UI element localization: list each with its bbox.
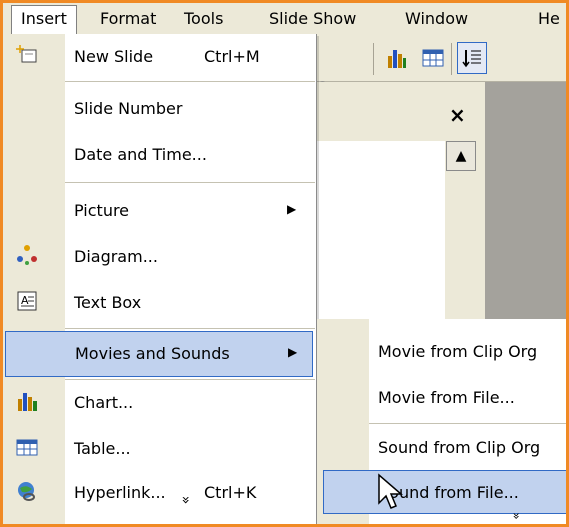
menu-separator [65, 81, 315, 82]
new-slide-icon [16, 44, 38, 66]
menu-separator [65, 182, 315, 183]
menu-window[interactable]: Window [405, 9, 468, 28]
toolbar-separator [373, 43, 374, 75]
menu-item-hyperlink[interactable]: Hyperlink... Ctrl+K [3, 470, 316, 516]
toolbar-separator [451, 43, 452, 75]
menu-item-slide-number[interactable]: Slide Number [3, 86, 316, 132]
menu-item-shortcut: Ctrl+K [204, 483, 257, 502]
scroll-up-icon[interactable]: ▲ [446, 141, 476, 171]
menu-item-movie-from-clip-organizer[interactable]: Movie from Clip Org [317, 329, 566, 373]
menu-item-diagram[interactable]: Diagram... [3, 234, 316, 280]
menu-bar: Insert Format Tools Slide Show Window He [3, 3, 566, 37]
menu-item-table[interactable]: Table... [3, 426, 316, 472]
menu-item-label: Table... [74, 439, 131, 458]
close-icon[interactable]: × [449, 103, 466, 127]
mouse-cursor-icon [378, 473, 404, 509]
menu-item-movie-from-file[interactable]: Movie from File... [317, 375, 566, 419]
menu-item-label: Movie from Clip Org [378, 342, 538, 361]
menu-item-label: Movie from File... [378, 388, 515, 407]
menu-item-label: Chart... [74, 393, 134, 412]
insert-menu: New Slide Ctrl+M Slide Number Date and T… [3, 34, 317, 524]
menu-item-chart[interactable]: Chart... [3, 380, 316, 426]
submenu-arrow-icon: ▶ [288, 345, 298, 359]
menu-format[interactable]: Format [100, 9, 156, 28]
menu-item-label: Hyperlink... [74, 483, 166, 502]
text-box-icon: A [16, 290, 38, 312]
menu-item-label: Picture [74, 201, 130, 220]
menu-insert[interactable]: Insert [11, 5, 77, 34]
menu-item-label: Date and Time... [74, 145, 207, 164]
menu-item-label: New Slide [74, 47, 154, 66]
diagram-icon [16, 244, 38, 266]
menu-item-text-box[interactable]: A Text Box [3, 280, 316, 326]
menu-item-date-and-time[interactable]: Date and Time... [3, 132, 316, 178]
menu-slide-show[interactable]: Slide Show [269, 9, 356, 28]
expand-collapse-icon[interactable] [457, 42, 487, 74]
menu-item-label: Diagram... [74, 247, 158, 266]
standard-toolbar: ↷▾ [311, 37, 566, 96]
menu-item-sound-from-file[interactable]: Sound from File... [323, 470, 566, 514]
insert-chart-icon[interactable] [385, 46, 409, 70]
menu-item-picture[interactable]: Picture ▶ [3, 188, 316, 234]
hyperlink-icon [16, 480, 38, 502]
menu-item-label: Sound from Clip Org [378, 438, 541, 457]
menu-item-movies-and-sounds[interactable]: Movies and Sounds ▶ [5, 331, 313, 377]
svg-text:A: A [21, 294, 29, 307]
screenshot-frame: ↷▾ ▲ × Insert Format Tools Slide Show Wi… [0, 0, 569, 527]
menu-item-label: Text Box [74, 293, 142, 312]
menu-separator [65, 328, 315, 329]
expand-menu-icon[interactable]: » [510, 512, 524, 519]
chart-icon [16, 390, 38, 412]
menu-item-sound-from-clip-organizer[interactable]: Sound from Clip Org [317, 425, 566, 469]
menu-item-new-slide[interactable]: New Slide Ctrl+M [3, 34, 316, 80]
expand-menu-icon[interactable]: » [177, 496, 193, 505]
movies-and-sounds-submenu: Movie from Clip Org Movie from File... S… [316, 319, 566, 524]
menu-tools[interactable]: Tools [184, 9, 223, 28]
insert-table-icon[interactable] [421, 46, 445, 70]
table-icon [16, 436, 38, 458]
menu-item-label: Slide Number [74, 99, 183, 118]
submenu-arrow-icon: ▶ [287, 202, 297, 216]
menu-help[interactable]: He [538, 9, 560, 28]
menu-item-shortcut: Ctrl+M [204, 47, 260, 66]
menu-item-label: Movies and Sounds [75, 344, 230, 363]
menu-separator [369, 423, 566, 424]
